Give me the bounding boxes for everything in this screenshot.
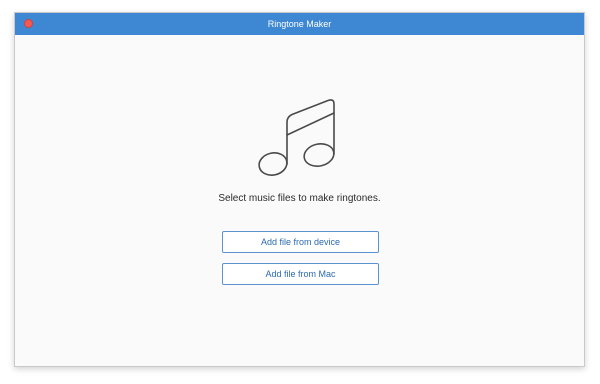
add-file-from-device-button[interactable]: Add file from device bbox=[222, 231, 379, 253]
music-note-icon bbox=[258, 99, 335, 176]
app-window: Ringtone Maker Select music files to mak… bbox=[14, 12, 585, 367]
title-bar[interactable]: Ringtone Maker bbox=[15, 13, 584, 35]
add-file-from-mac-button[interactable]: Add file from Mac bbox=[222, 263, 379, 285]
instruction-text: Select music files to make ringtones. bbox=[218, 193, 381, 204]
window-title: Ringtone Maker bbox=[267, 19, 332, 29]
